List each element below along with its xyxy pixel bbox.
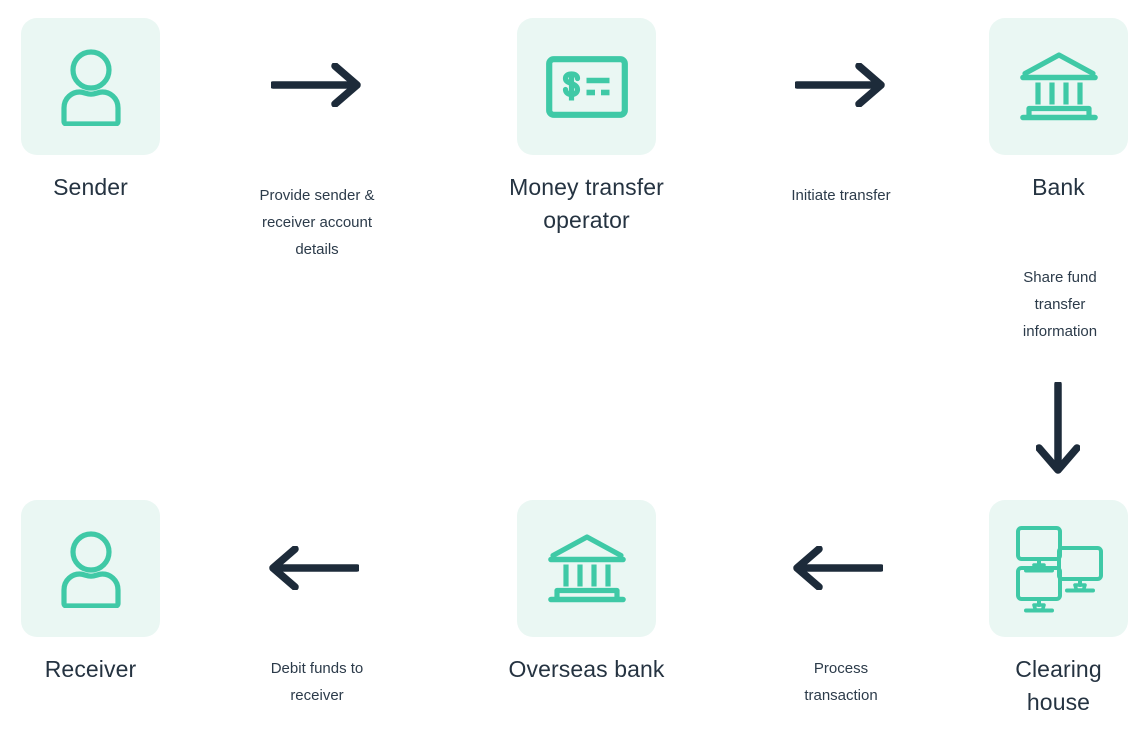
clearing-house-icon-tile [989,500,1128,637]
caption-process-transaction: Process transaction [751,655,931,709]
diagram-canvas: Sender Provide sender & receiver account… [0,0,1145,740]
node-label-line: operator [543,207,630,233]
overseas-bank-icon-tile [517,500,656,637]
sender-icon-tile [21,18,160,155]
arrow-down-icon [1036,382,1080,474]
caption-line: Process [813,660,869,677]
caption-provide-sender-receiver-account-details: Provide sender & receiver account detail… [227,182,407,263]
caption-line: Provide sender & [259,187,375,204]
money-transfer-operator-icon-tile [517,18,656,155]
node-label-line: house [1026,689,1091,715]
caption-line: receiver account [261,214,373,231]
node-label-money-transfer-operator: Money transfer operator [499,171,674,237]
node-overseas-bank[interactable]: Overseas bank [499,500,674,686]
banknote-icon [545,55,628,118]
arrow-right-icon [795,63,885,107]
arrow-left-overseas-bank-to-receiver [267,546,359,590]
node-receiver[interactable]: Receiver [3,500,178,686]
caption-debit-funds-to-receiver: Debit funds to receiver [227,655,407,709]
node-sender[interactable]: Sender [3,18,178,204]
node-clearing-house[interactable]: Clearing house [971,500,1145,719]
caption-line: Initiate transfer [791,187,891,204]
node-label-bank: Bank [1032,174,1085,200]
caption-line: details [295,241,339,258]
node-label-receiver: Receiver [44,656,137,682]
person-icon [60,48,121,126]
network-computers-icon [1015,525,1103,612]
caption-line: transaction [804,687,878,704]
arrow-right-operator-to-bank [795,63,887,107]
receiver-icon-tile [21,500,160,637]
caption-line: Share fund [1023,269,1097,286]
arrow-left-icon [793,546,883,590]
arrow-right-sender-to-operator [271,63,363,107]
node-label-line: Money transfer [509,174,664,200]
node-label-overseas-bank: Overseas bank [508,656,665,682]
node-bank[interactable]: Bank [971,18,1145,204]
person-icon [60,530,121,608]
caption-share-fund-transfer-information: Share fund transfer information [975,264,1145,345]
arrow-left-icon [269,546,359,590]
arrow-down-bank-to-clearing-house [1036,382,1080,478]
bank-icon [1019,51,1098,120]
bank-icon [547,533,626,602]
caption-line: transfer [1034,296,1086,313]
caption-initiate-transfer: Initiate transfer [751,182,931,209]
arrow-right-icon [271,63,361,107]
caption-line: Debit funds to [270,660,364,677]
caption-line: receiver [290,687,344,704]
node-label-line: Clearing [1015,656,1102,682]
caption-line: information [1022,323,1098,340]
bank-icon-tile [989,18,1128,155]
node-money-transfer-operator[interactable]: Money transfer operator [499,18,674,237]
node-label-sender: Sender [53,174,128,200]
node-label-clearing-house: Clearing house [971,653,1145,719]
arrow-left-clearing-house-to-overseas-bank [791,546,883,590]
